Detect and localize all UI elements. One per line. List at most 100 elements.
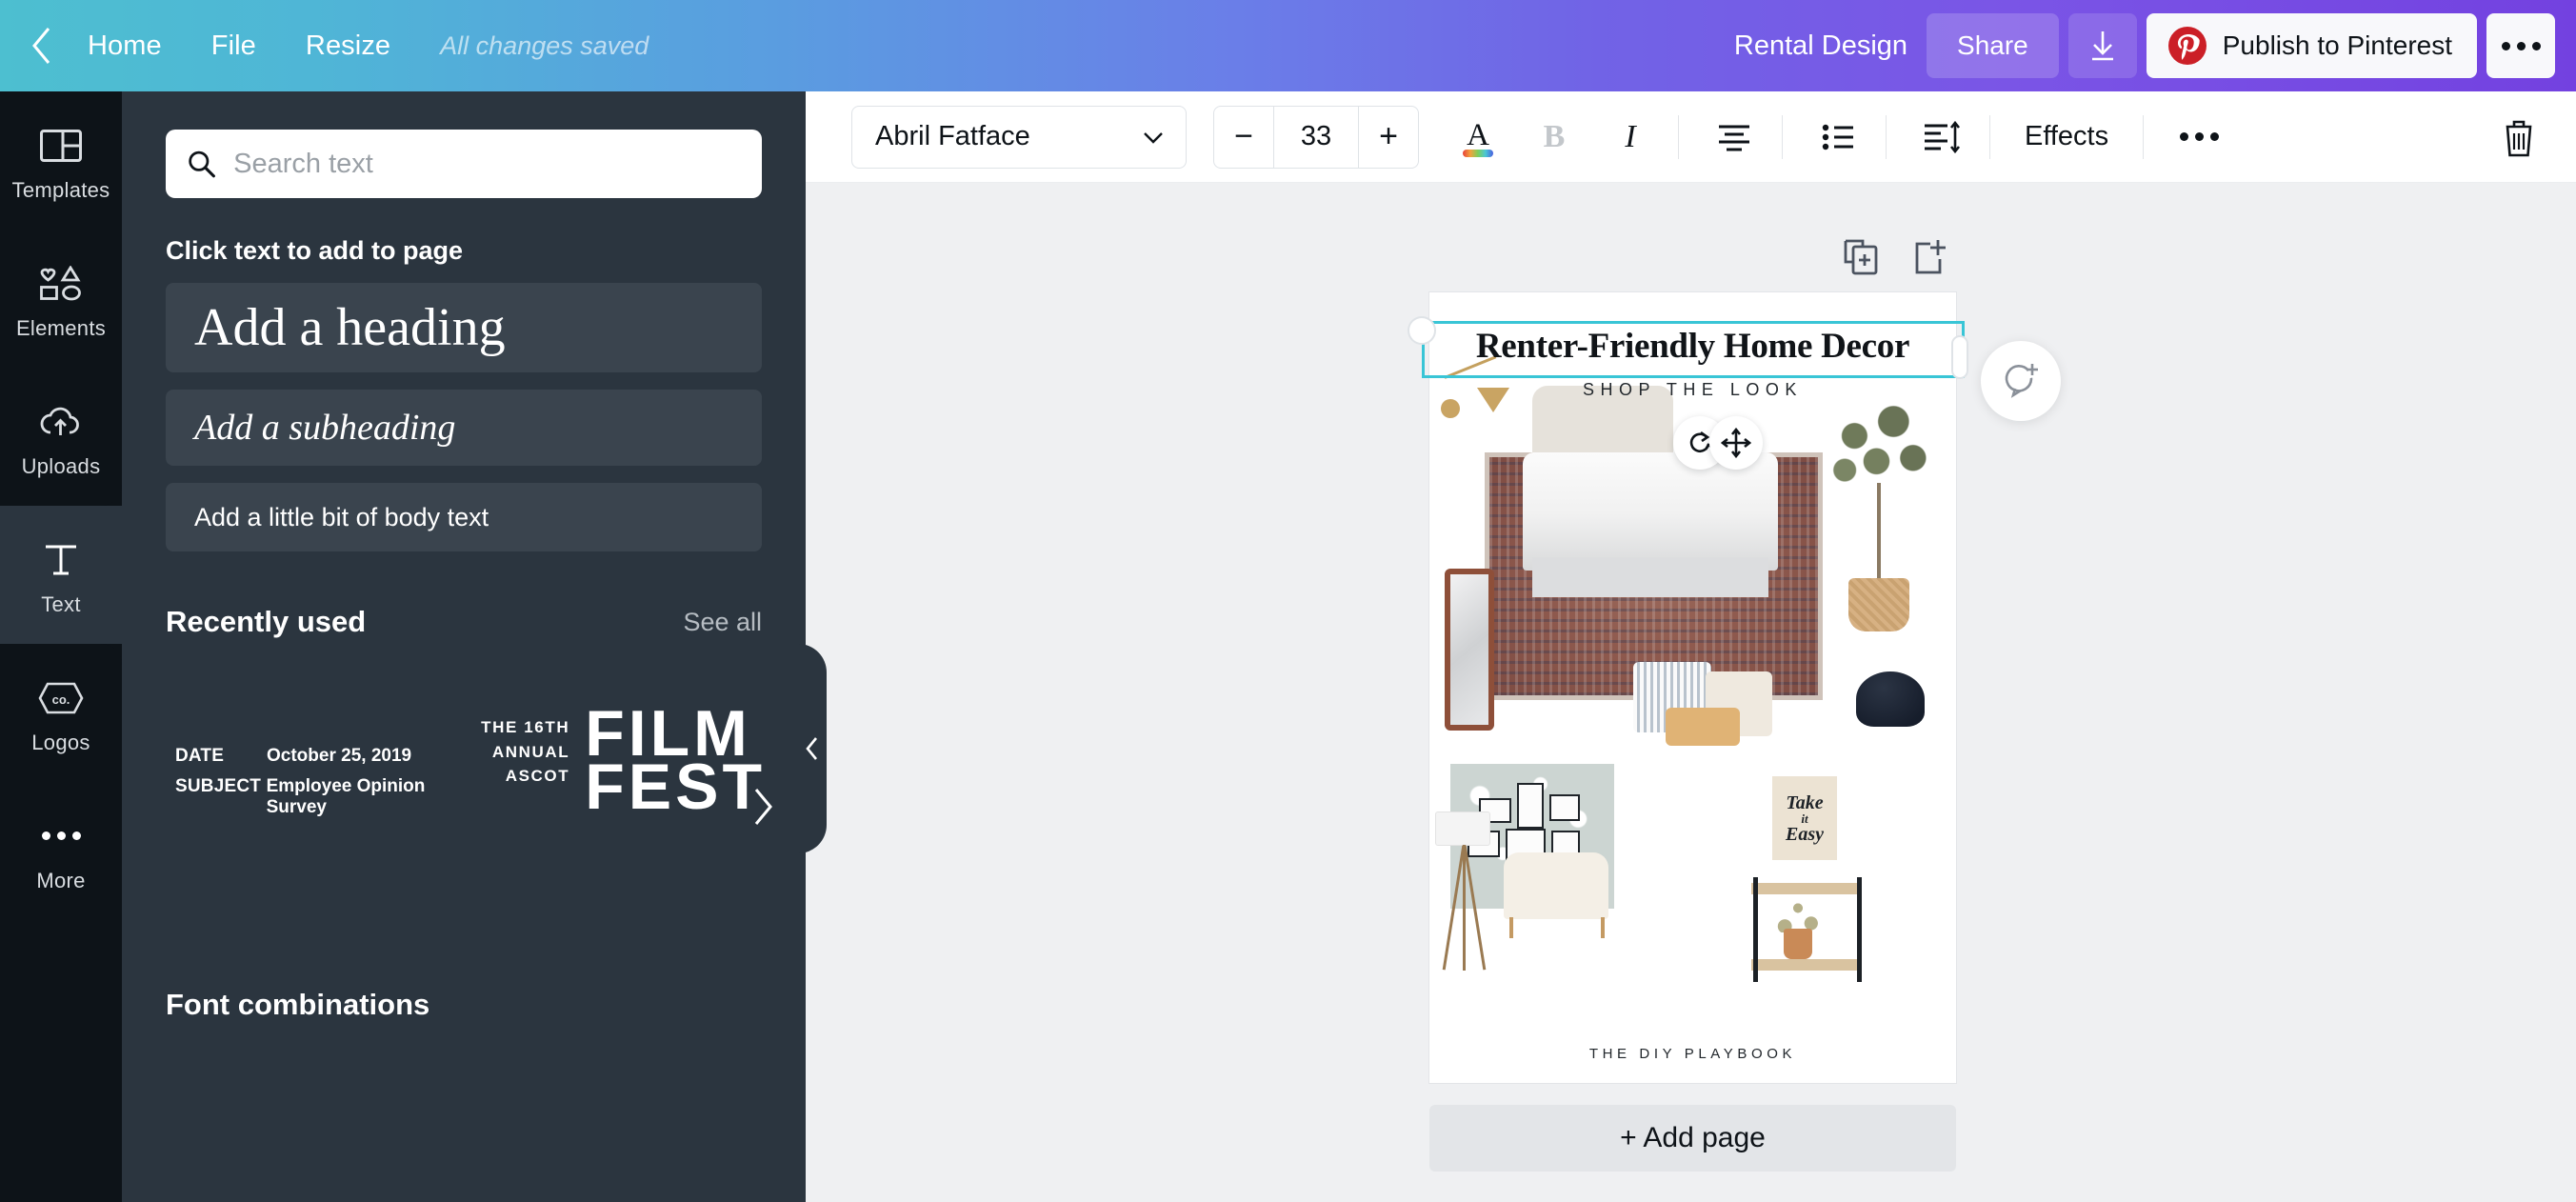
font-family-select[interactable]: Abril Fatface — [851, 105, 1187, 169]
olive-tree-trunk-image — [1877, 483, 1881, 582]
add-comment-button[interactable] — [1981, 341, 2061, 421]
toolbar-divider — [1678, 114, 1679, 159]
selection-handle-right[interactable] — [1951, 335, 1968, 379]
font-combinations-title: Font combinations — [166, 988, 430, 1021]
bulleted-list-icon — [1822, 124, 1853, 150]
move-handle[interactable] — [1709, 416, 1763, 470]
recently-used-list: DATE October 25, 2019 SUBJECT Employee O… — [166, 664, 772, 950]
chevron-right-icon — [754, 789, 772, 825]
add-subheading-button[interactable]: Add a subheading — [166, 390, 762, 466]
design-title[interactable]: Rental Design — [1734, 30, 1907, 62]
chevron-down-icon — [1144, 131, 1163, 144]
delete-button[interactable] — [2485, 104, 2553, 170]
tan-lumbar-pillow-image — [1666, 708, 1740, 746]
sidebar-item-text[interactable]: Text — [0, 485, 122, 665]
bar-cart-bottom-shelf-image — [1751, 959, 1862, 971]
bed-skirt-image — [1532, 557, 1768, 597]
text-icon — [41, 533, 81, 587]
design-heading-text[interactable]: Renter-Friendly Home Decor — [1429, 326, 1956, 367]
italic-button[interactable]: I — [1596, 104, 1665, 170]
page-tools — [1838, 234, 1954, 282]
see-all-link[interactable]: See all — [683, 608, 762, 637]
align-center-icon — [1719, 125, 1749, 150]
chair-leg — [1601, 917, 1605, 938]
chair-leg — [1509, 917, 1513, 938]
memo-date-value: October 25, 2019 — [267, 746, 412, 766]
navy-ottoman-image — [1856, 671, 1925, 727]
text-panel: Click text to add to page Add a heading … — [122, 91, 806, 1202]
file-menu[interactable]: File — [187, 30, 281, 62]
more-horizontal-icon — [2179, 132, 2219, 141]
bold-button[interactable]: B — [1520, 104, 1588, 170]
topbar-more-button[interactable] — [2486, 13, 2555, 78]
cart-planter-image — [1784, 929, 1812, 959]
line-spacing-icon — [1925, 120, 1961, 153]
duplicate-page-button[interactable] — [1838, 234, 1886, 282]
search-box[interactable] — [166, 130, 762, 198]
chevron-left-icon — [32, 28, 50, 64]
bar-cart-top-shelf-image — [1751, 883, 1862, 894]
effects-button[interactable]: Effects — [2004, 121, 2129, 152]
duplicate-page-icon — [1844, 239, 1878, 275]
font-size-decrease-button[interactable]: − — [1214, 107, 1273, 168]
add-body-text-button[interactable]: Add a little bit of body text — [166, 483, 762, 551]
text-align-button[interactable] — [1700, 104, 1768, 170]
uploads-icon — [38, 395, 84, 449]
font-size-increase-button[interactable]: + — [1359, 107, 1418, 168]
bulleted-list-button[interactable] — [1804, 104, 1872, 170]
trash-icon — [2506, 120, 2532, 156]
elements-icon — [38, 257, 84, 311]
sidebar-item-logos[interactable]: co. Logos — [0, 644, 122, 782]
recently-used-header: Recently used See all — [166, 605, 762, 639]
wall-sconce-plate — [1441, 399, 1460, 418]
font-color-button[interactable]: A — [1444, 104, 1512, 170]
memo-date-key: DATE — [175, 746, 225, 766]
collapse-panel-button[interactable] — [798, 644, 827, 853]
take-it-easy-banner-image: Take it Easy — [1772, 776, 1837, 860]
toolbar-divider — [1989, 114, 1990, 159]
add-heading-button[interactable]: Add a heading — [166, 283, 762, 372]
design-subtitle-text[interactable]: SHOP THE LOOK — [1429, 380, 1956, 400]
font-color-icon: A — [1463, 118, 1493, 157]
share-button[interactable]: Share — [1927, 13, 2059, 78]
recently-used-next-button[interactable] — [750, 786, 775, 835]
logos-icon: co. — [38, 671, 84, 725]
toolbar-more-button[interactable] — [2165, 104, 2233, 170]
italic-label: I — [1625, 118, 1636, 154]
sidebar-item-more[interactable]: More — [0, 782, 122, 920]
sidebar-label-more: More — [36, 868, 86, 892]
toolbar-divider — [2143, 114, 2145, 159]
floor-mirror-image — [1445, 569, 1494, 731]
move-icon — [1721, 428, 1751, 458]
floor-lamp-shade-image — [1435, 811, 1490, 846]
sidebar-label-templates: Templates — [11, 177, 110, 202]
top-bar: Home File Resize All changes saved Renta… — [0, 0, 2576, 91]
design-footer-text[interactable]: THE DIY PLAYBOOK — [1429, 1046, 1956, 1062]
sidebar-label-uploads: Uploads — [21, 453, 101, 478]
publish-label: Publish to Pinterest — [2222, 30, 2452, 60]
list-item[interactable]: THE 16TH ANNUAL ASCOT FILM FEST — [480, 701, 766, 818]
font-size-value[interactable]: 33 — [1273, 106, 1359, 168]
search-input[interactable] — [233, 148, 741, 180]
more-horizontal-icon — [2501, 41, 2541, 50]
back-button[interactable] — [21, 25, 63, 67]
add-page-bar[interactable]: + Add page — [1429, 1105, 1956, 1172]
gallery-frame — [1549, 794, 1580, 821]
bold-label: B — [1543, 118, 1566, 154]
sidebar-item-elements[interactable]: Elements — [0, 230, 122, 368]
selection-handle-left[interactable] — [1408, 316, 1436, 345]
publish-to-pinterest-button[interactable]: Publish to Pinterest — [2146, 13, 2477, 78]
download-icon — [2091, 31, 2113, 61]
resize-menu[interactable]: Resize — [281, 30, 415, 62]
sidebar-item-templates[interactable]: Templates — [0, 91, 122, 230]
filmfest-kicker-line2: ANNUAL — [491, 742, 570, 761]
line-spacing-button[interactable] — [1907, 104, 1976, 170]
download-button[interactable] — [2067, 13, 2137, 78]
search-icon — [189, 150, 215, 178]
list-item[interactable]: DATE October 25, 2019 SUBJECT Employee O… — [175, 746, 489, 828]
design-page[interactable]: Take it Easy Renter-Friendly Home Decor … — [1429, 292, 1956, 1083]
filmfest-kicker: THE 16TH ANNUAL ASCOT — [480, 715, 569, 789]
home-menu[interactable]: Home — [63, 30, 187, 62]
add-page-button[interactable] — [1907, 234, 1954, 282]
font-size-stepper[interactable]: − 33 + — [1213, 105, 1419, 169]
